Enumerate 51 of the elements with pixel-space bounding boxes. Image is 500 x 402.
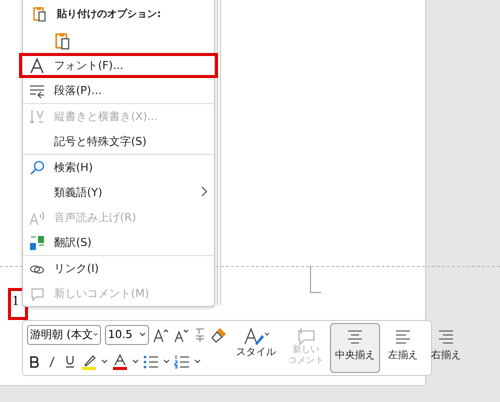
- text-direction-icon: [29, 109, 45, 125]
- font-dropdown[interactable]: 游明朝 (本文: [27, 324, 101, 344]
- phonetic-guide-icon[interactable]: [194, 326, 206, 342]
- menu-item[interactable]: リンク(I): [23, 256, 214, 281]
- menu-item[interactable]: 段落(P)...: [23, 78, 214, 104]
- paintbrush-icon[interactable]: [211, 326, 227, 342]
- corner-mark: [310, 266, 321, 293]
- letter-a-icon: [29, 58, 45, 74]
- comment-icon: [296, 327, 316, 345]
- align-button[interactable]: 左揃え: [383, 323, 423, 373]
- italic-icon[interactable]: [47, 356, 57, 368]
- caret-icon: [139, 332, 146, 337]
- menu-item[interactable]: 検索(H): [23, 155, 214, 180]
- read-aloud-icon: [29, 210, 45, 226]
- shrink-font-icon[interactable]: [173, 326, 189, 342]
- menu-item[interactable]: フォント(F)...: [19, 53, 218, 78]
- comment-label-line: 新しい: [292, 345, 320, 356]
- align-icon: [346, 330, 364, 344]
- bold-icon[interactable]: [29, 356, 39, 368]
- comment-icon: [29, 286, 45, 302]
- caret-icon: [163, 359, 170, 364]
- align-button[interactable]: 右揃え: [426, 323, 466, 373]
- clipboard-icon: [55, 32, 71, 50]
- caret-icon: [101, 359, 108, 364]
- menu-item[interactable]: 類義語(Y): [23, 180, 214, 205]
- bullet-list-icon[interactable]: [143, 354, 159, 368]
- grow-font-icon[interactable]: [153, 326, 169, 342]
- translate-icon: [29, 235, 45, 251]
- search-icon: [29, 160, 45, 176]
- highlighter-icon[interactable]: [81, 354, 97, 370]
- comment-label-line: コメント: [288, 356, 324, 368]
- paste-button[interactable]: [55, 32, 71, 50]
- styles-button[interactable]: スタイル: [233, 323, 279, 373]
- align-icon: [437, 330, 455, 344]
- align-icon: [394, 330, 412, 344]
- chevron-right-icon: [201, 186, 208, 197]
- font-color-icon[interactable]: [112, 354, 128, 370]
- caret-icon: [194, 359, 201, 364]
- paragraph-icon: [29, 83, 45, 99]
- size-dropdown[interactable]: 10.5: [105, 324, 149, 344]
- menu-item[interactable]: 記号と特殊文字(S): [23, 129, 214, 155]
- clipboard-icon: [33, 6, 47, 22]
- styles-icon: [243, 327, 269, 347]
- menu-item[interactable]: 翻訳(S): [23, 230, 214, 256]
- align-button[interactable]: 中央揃え: [330, 323, 380, 373]
- caret-icon: [132, 359, 139, 364]
- underline-icon[interactable]: [65, 355, 75, 368]
- line-text: 1: [12, 294, 19, 310]
- caret-icon: [92, 332, 98, 337]
- numbered-list-icon[interactable]: [174, 354, 190, 368]
- paste-options-heading: 貼り付けのオプション:: [57, 7, 161, 21]
